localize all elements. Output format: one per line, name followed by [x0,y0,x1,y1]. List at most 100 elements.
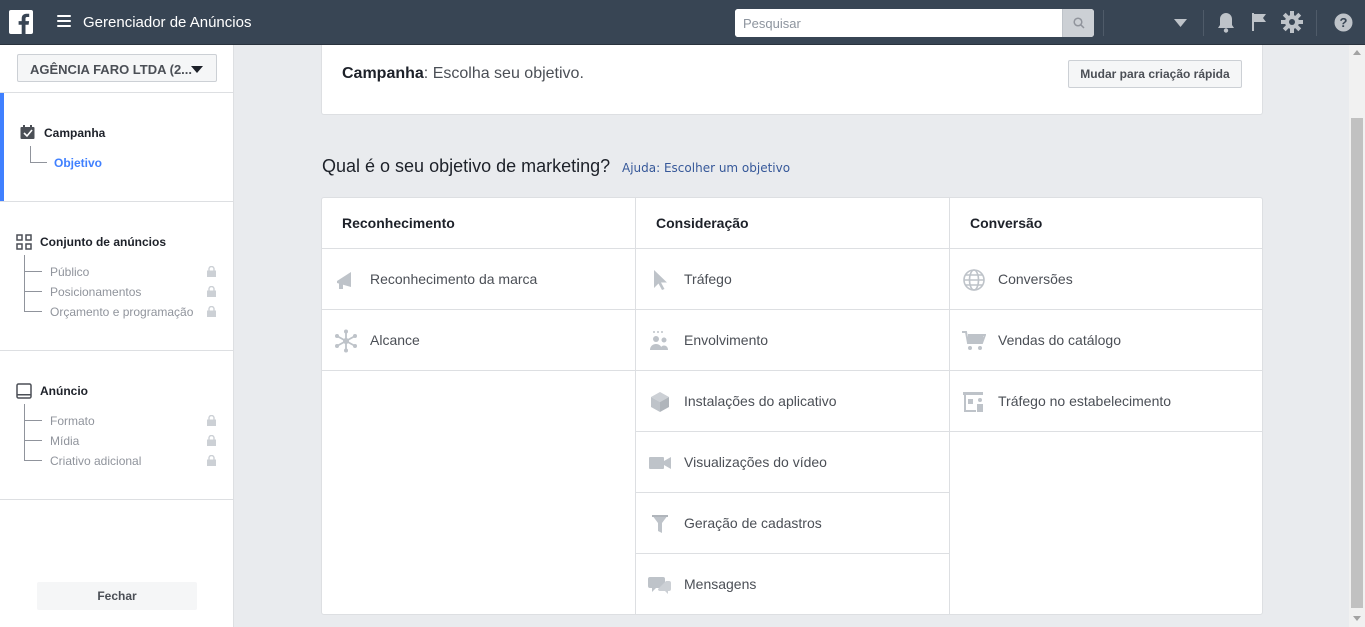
hamburger-menu-icon[interactable] [57,15,71,29]
notifications-bell-icon[interactable] [1216,12,1236,33]
svg-text:?: ? [1340,15,1348,30]
funnel-icon [652,515,668,533]
tree-line [24,460,42,461]
sidebar-section-ad[interactable]: Anúncio [40,384,88,398]
column-header: Consideração [636,198,949,249]
lock-icon [207,286,216,297]
objective-row[interactable]: Tráfego no estabelecimento [950,371,1262,432]
help-icon[interactable]: ? [1334,13,1353,32]
objectives-table: Reconhecimento Reconhecimento da marca A… [321,197,1263,615]
chat-icon [648,577,671,594]
scroll-down-arrow-icon[interactable] [1353,616,1361,621]
tree-line [30,162,47,163]
objective-label: Visualizações do vídeo [684,454,827,470]
objective-label: Reconhecimento da marca [370,271,538,287]
divider [0,350,233,351]
scroll-thumb[interactable] [1351,118,1363,608]
campaign-title: Campanha: Escolha seu objetivo. [342,65,584,83]
sidebar-item-midia: Mídia [50,434,80,448]
sidebar-section-adset[interactable]: Conjunto de anúncios [40,235,166,249]
objective-row[interactable]: Mensagens [636,554,949,615]
lock-icon [207,435,216,446]
campaign-header-card: Campanha: Escolha seu objetivo. Mudar pa… [321,45,1263,115]
objective-row[interactable]: Alcance [322,310,635,371]
chevron-down-icon [191,66,203,73]
globe-icon [963,269,985,291]
campaign-title-bold: Campanha [342,65,424,82]
objective-label: Alcance [370,332,420,348]
objective-label: Vendas do catálogo [998,332,1121,348]
sidebar: AGÊNCIA FARO LTDA (2... Campanha Objetiv… [0,45,234,627]
ad-tablet-icon [16,383,32,399]
objective-row[interactable]: Tráfego [636,249,949,310]
column-header: Conversão [950,198,1262,249]
sidebar-item-orcamento: Orçamento e programação [50,305,194,319]
tree-line [24,404,25,460]
cart-icon [962,331,986,350]
lock-icon [207,455,216,466]
campaign-checkbox-icon [20,125,35,139]
settings-gear-icon[interactable] [1281,11,1303,33]
close-button[interactable]: Fechar [37,582,197,610]
column-consideracao: Consideração Tráfego Envolvimento Instal… [636,198,949,614]
divider [1316,10,1317,36]
app-title: Gerenciador de Anúncios [83,14,252,31]
objective-row[interactable]: Reconhecimento da marca [322,249,635,310]
top-bar: Gerenciador de Anúncios ? [0,0,1365,45]
tree-line [24,271,42,272]
divider [1103,10,1104,36]
megaphone-icon [337,272,351,289]
video-icon [649,457,671,469]
facebook-logo-icon[interactable] [9,10,33,34]
page-scrollbar[interactable] [1349,45,1365,627]
objective-label: Geração de cadastros [684,515,822,531]
quick-create-button[interactable]: Mudar para criação rápida [1068,60,1242,88]
account-name: AGÊNCIA FARO LTDA (2... [30,62,193,77]
scroll-up-arrow-icon[interactable] [1353,50,1361,55]
lock-icon [207,306,216,317]
objective-row[interactable]: Conversões [950,249,1262,310]
search-icon [1073,17,1085,29]
tree-line [24,255,25,311]
objective-label: Tráfego [684,271,732,287]
lock-icon [207,415,216,426]
search-button[interactable] [1062,9,1094,37]
objective-question: Qual é o seu objetivo de marketing? [322,156,611,176]
sidebar-item-posicionamentos: Posicionamentos [50,285,142,299]
campaign-title-rest: : Escolha seu objetivo. [423,65,584,82]
sidebar-item-criativo: Criativo adicional [50,454,142,468]
flag-icon[interactable] [1250,12,1268,32]
sidebar-item-objetivo[interactable]: Objetivo [54,156,102,170]
objective-label: Instalações do aplicativo [684,393,837,409]
objective-label: Envolvimento [684,332,769,348]
cursor-icon [654,270,667,290]
objective-row[interactable]: Geração de cadastros [636,493,949,554]
column-reconhecimento: Reconhecimento Reconhecimento da marca A… [322,198,635,614]
help-link[interactable]: Ajuda: Escolher um objetivo [622,161,790,175]
objective-label: Conversões [998,271,1073,287]
sidebar-item-formato: Formato [50,414,95,428]
objective-row[interactable]: Vendas do catálogo [950,310,1262,371]
objective-row[interactable]: Envolvimento [636,310,949,371]
adset-grid-icon [16,234,32,250]
box-icon [651,392,669,412]
people-icon [650,331,668,350]
objective-row[interactable]: Visualizações do vídeo [636,432,949,493]
reach-icon [335,329,357,353]
column-header: Reconhecimento [322,198,635,249]
account-selector[interactable]: AGÊNCIA FARO LTDA (2... [17,54,217,82]
store-icon [963,392,983,412]
tree-line [24,311,42,312]
divider [0,201,233,202]
tree-line [24,420,42,421]
tree-line [24,291,42,292]
tree-line [30,146,31,162]
divider [0,92,233,93]
objective-row[interactable]: Instalações do aplicativo [636,371,949,432]
sidebar-section-campaign[interactable]: Campanha [44,126,105,140]
active-section-indicator [0,93,4,201]
search-box [735,9,1094,37]
lock-icon [207,266,216,277]
search-input[interactable] [735,9,1062,37]
account-dropdown-icon[interactable] [1174,19,1187,27]
